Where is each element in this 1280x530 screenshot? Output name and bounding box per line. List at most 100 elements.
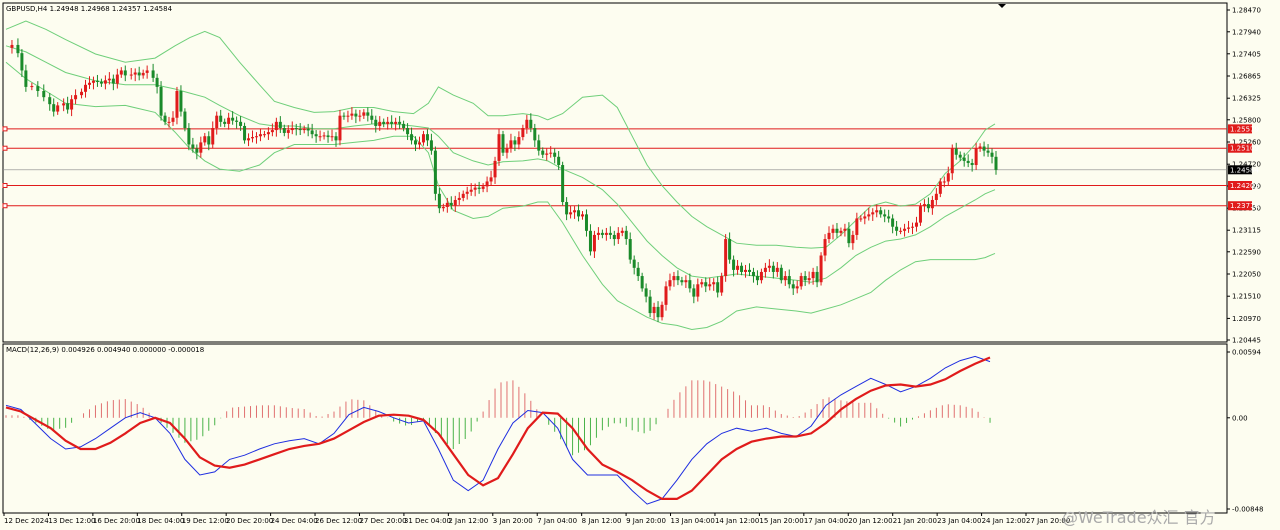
time-axis-label: 18 Dec 04:00 [137,517,184,525]
candle-body [70,99,74,110]
price-axis-label: 1.26865 [1232,73,1261,81]
candle-body [294,128,298,130]
candle-body [644,288,648,297]
candle-body [712,282,716,285]
candle-body [759,271,763,281]
price-axis-label: 1.27940 [1232,28,1261,36]
candle-body [859,218,863,220]
time-axis-label: 19 Dec 12:00 [182,517,229,525]
time-axis-label: 13 Dec 12:00 [48,517,95,525]
candle-body [755,276,759,281]
watermark: @WeTrade众汇 官方 [1062,508,1216,527]
candle-body [111,78,115,84]
candle-body [453,199,457,206]
candle-body [358,115,362,117]
candle-body [592,234,596,252]
level-price-tag: 1.23710 [1230,202,1259,210]
candle-body [137,72,141,76]
time-axis-label: 21 Jan 20:00 [893,517,937,525]
candle-body [628,239,632,260]
time-axis-label: 3 Jan 20:00 [493,517,533,525]
candle-body [129,74,133,76]
candle-body [903,228,907,231]
candle-body [879,210,883,215]
candle-body [740,265,744,272]
candle-body [744,269,748,272]
candle-body [342,115,346,117]
time-axis-label: 13 Jan 04:00 [671,517,715,525]
candle-body [489,177,493,182]
candle-body [402,123,406,129]
candle-body [926,204,930,209]
candle-body [930,199,934,209]
candle-body [91,80,95,83]
time-axis-label: 27 Dec 20:00 [359,517,406,525]
time-axis-label: 9 Jan 20:00 [626,517,666,525]
candle-body [338,115,342,141]
level-anchor-3 [2,203,8,209]
candle-body [501,134,505,153]
candle-body [895,226,899,231]
candle-body [557,156,561,166]
candle-body [274,121,278,131]
candle-body [326,135,330,138]
candle-body [322,135,326,137]
candle-body [251,137,255,139]
candle-body [851,234,855,244]
candle-body [346,115,350,117]
candle-body [751,271,755,277]
candle-body [803,276,807,281]
candle-body [123,70,127,76]
candle-body [231,117,235,121]
candle-body [549,152,553,154]
candle-body [911,226,915,228]
candle-body [477,187,481,189]
candle-body [747,269,751,272]
time-axis-label: 2 Jan 12:00 [448,517,488,525]
candle-body [95,80,99,82]
candle-body [946,173,950,182]
candle-body [417,142,421,145]
candle-body [660,304,664,318]
candle-body [449,202,453,206]
time-axis-label: 12 Dec 2024 [4,517,49,525]
trading-chart[interactable]: 1.28470 1.27940 1.27405 1.26865 1.26325 1.258… [0,0,1280,530]
candle-body [581,214,585,217]
candle-body [141,72,145,76]
candle-body [378,121,382,126]
candle-body [763,267,767,272]
level-price-tag: 1.25579 [1230,125,1259,133]
candle-body [652,306,656,314]
candle-body [561,165,565,203]
candle-body [724,239,728,277]
candle-body [907,227,911,229]
price-axis-label: 1.22590 [1232,248,1261,256]
time-axis-label: 20 Jan 12:00 [848,517,892,525]
candle-body [620,230,624,233]
time-axis-label: 24 Jan 12:00 [982,517,1026,525]
macd-line [5,355,991,505]
candle-body [481,186,485,189]
candle-body [708,284,712,287]
price-panel-frame [2,2,1228,343]
chart-shift-marker[interactable] [998,4,1006,8]
candle-body [767,265,771,268]
candle-body [163,115,167,122]
candle-body [227,117,231,124]
time-axis-label: 7 Jan 04:00 [537,517,577,525]
price-axis-label: 1.23115 [1232,227,1261,235]
candle-body [640,276,644,289]
candle-body [541,150,545,155]
candle-body [867,214,871,217]
candle-body [350,113,354,116]
candle-body [608,232,612,235]
candle-body [469,189,473,192]
candle-body [199,142,203,153]
candle-body [310,130,314,135]
candle-body [990,152,994,157]
candle-body [219,115,223,122]
candle-body [425,134,429,141]
candle-body [119,70,123,75]
candle-body [215,115,219,129]
candle-body [247,138,251,141]
